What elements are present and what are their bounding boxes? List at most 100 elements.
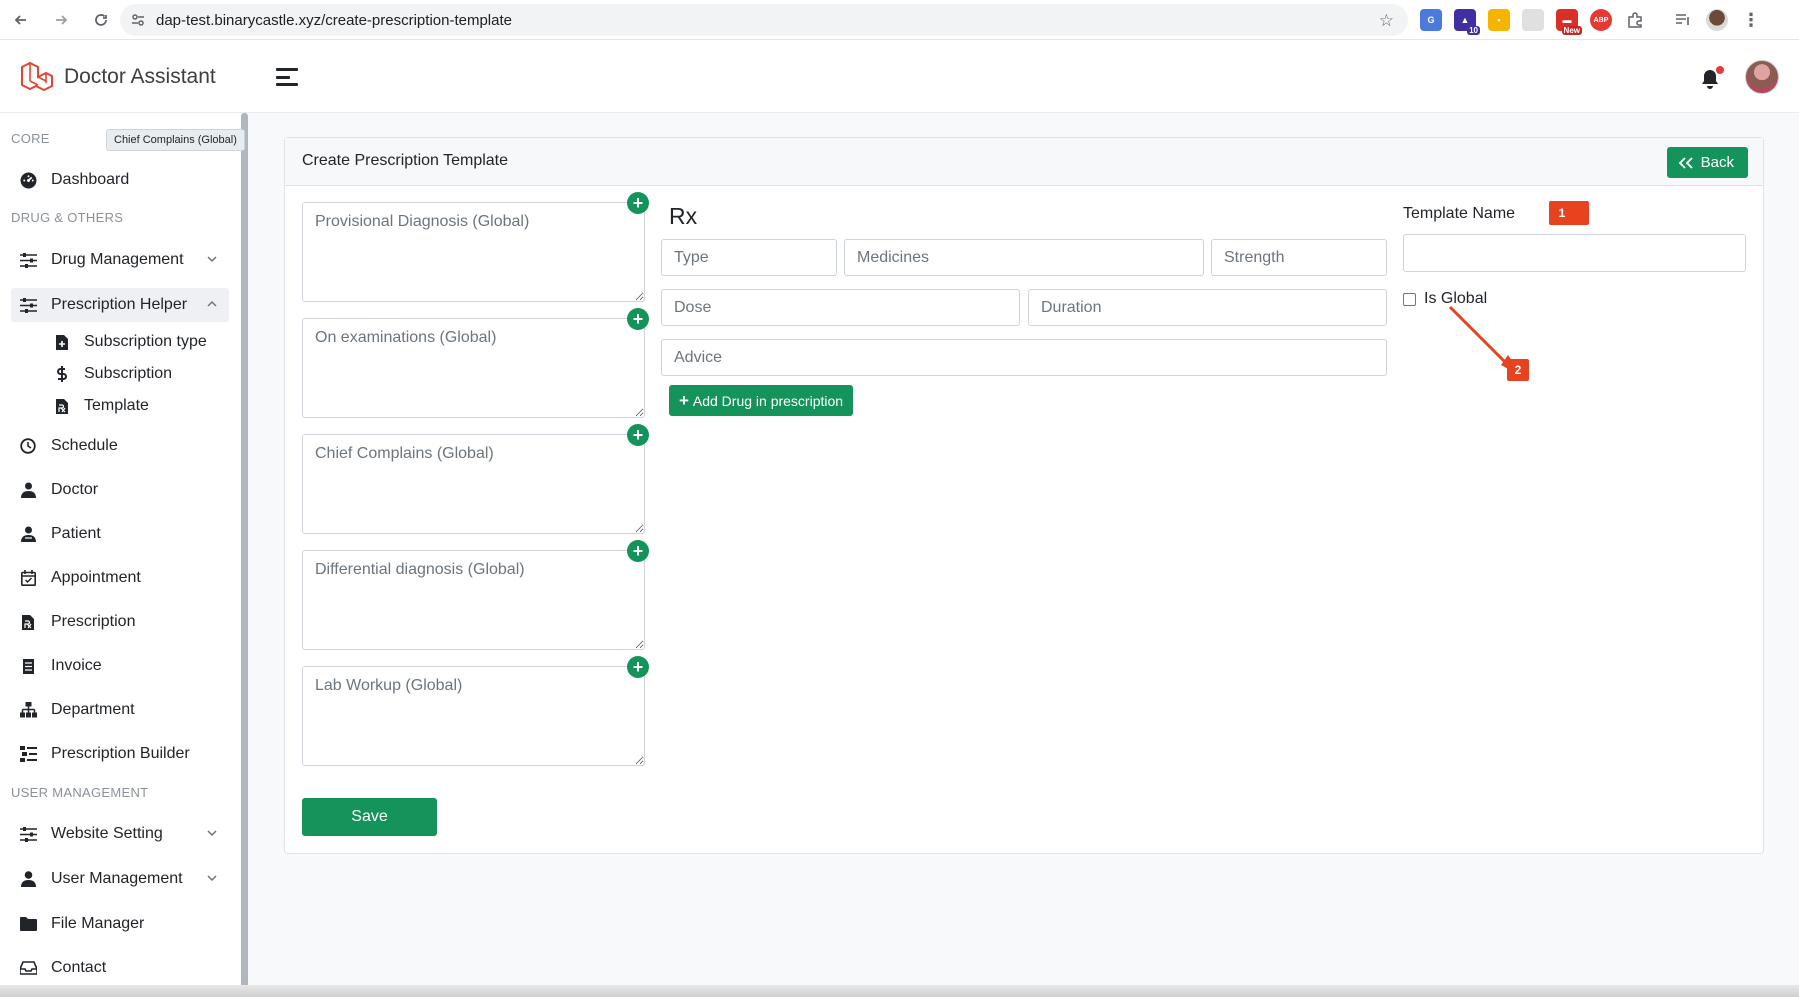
template-name-label: Template Name [1403,205,1516,222]
on-examinations-group [302,318,645,418]
annotation-number: 2 [1514,363,1522,377]
sidebar-heading-user-management: USER MANAGEMENT [11,785,149,800]
extension-badge: 10 [1467,26,1480,35]
list-builder-icon [19,745,37,763]
chevron-down-icon [207,875,217,882]
translate-extension-icon[interactable]: G [1420,9,1442,31]
sliders-icon [19,825,37,843]
sidebar-item-drug-management[interactable]: Drug Management [11,243,229,277]
sidebar-item-appointment[interactable]: Appointment [11,561,229,595]
sidebar-item-prescription-helper[interactable]: Prescription Helper [11,288,229,322]
add-differential-diagnosis-plus-icon[interactable]: + [627,540,649,562]
save-button[interactable]: Save [302,798,437,836]
window-bottom-edge [0,985,1799,997]
sidebar-scrollbar[interactable] [241,113,248,997]
on-examinations-textarea[interactable] [302,318,645,418]
sitemap-icon [19,701,37,719]
address-bar[interactable]: dap-test.binarycastle.xyz/create-prescri… [120,4,1408,36]
lab-workup-group [302,666,645,766]
chief-complains-textarea[interactable] [302,434,645,534]
sidebar-item-prescription-builder[interactable]: Prescription Builder [11,737,229,771]
sidebar-item-patient[interactable]: Patient [11,517,229,551]
browser-toolbar: dap-test.binarycastle.xyz/create-prescri… [0,0,1799,40]
add-drug-button[interactable]: + Add Drug in prescription [669,385,853,416]
extensions-row: G ▲ 10 ▪ ▬ New ABP ⋮ [1420,8,1762,35]
sidebar-subitem-subscription-type[interactable]: Subscription type [54,328,207,356]
back-button[interactable]: Back [1666,147,1748,178]
sidebar-item-invoice[interactable]: Invoice [11,649,229,683]
inbox-icon [19,959,37,977]
add-lab-workup-plus-icon[interactable]: + [627,656,649,678]
sidebar-subitem-label: Subscription [84,365,173,382]
strength-input[interactable] [1211,239,1387,276]
provisional-diagnosis-textarea[interactable] [302,202,645,302]
sidebar-item-label: Website Setting [51,825,163,842]
drug-type-input[interactable] [661,239,837,276]
add-on-examinations-plus-icon[interactable]: + [627,308,649,330]
sidebar-item-schedule[interactable]: Schedule [11,429,229,463]
dashboard-gauge-icon [19,171,37,189]
sidebar-subitem-subscription[interactable]: Subscription [54,360,172,388]
sidebar-subitem-label: Template [84,397,149,414]
user-injured-icon [19,525,37,543]
calendar-check-icon [19,569,37,587]
graduation-extension-icon[interactable]: ▲ 10 [1454,9,1480,35]
template-name-input[interactable] [1403,234,1746,272]
lab-workup-textarea[interactable] [302,666,645,766]
file-prescription-icon [54,397,70,415]
sidebar-item-prescription[interactable]: Prescription [11,605,229,639]
more-menu-icon[interactable]: ⋮ [1740,9,1762,31]
blank-extension-icon[interactable] [1522,9,1544,31]
bookmark-star-icon[interactable]: ☆ [1379,11,1394,31]
user-doctor-icon [19,481,37,499]
file-plus-icon [54,333,70,351]
sidebar-item-dashboard[interactable]: Dashboard [11,163,229,197]
reload-icon[interactable] [88,7,114,33]
add-provisional-diagnosis-plus-icon[interactable]: + [627,192,649,214]
laravel-logo-icon [21,61,53,92]
site-settings-icon[interactable] [130,12,146,28]
notes-extension-icon[interactable]: ▪ [1488,9,1510,31]
adblock-extension-icon[interactable]: ABP [1590,9,1612,31]
differential-diagnosis-textarea[interactable] [302,550,645,650]
sidebar-heading-core: CORE [11,131,50,146]
advice-input[interactable] [661,339,1387,376]
sidebar-toggle-hamburger-icon[interactable] [276,68,298,86]
medicines-input[interactable] [844,239,1204,276]
user-avatar[interactable] [1745,60,1779,94]
new-extension-icon[interactable]: ▬ New [1556,9,1582,35]
sidebar-item-doctor[interactable]: Doctor [11,473,229,507]
sidebar-subitem-template[interactable]: Template [54,392,149,420]
sidebar-heading-drug-others: DRUG & OTHERS [11,210,124,225]
is-global-checkbox[interactable] [1403,292,1416,306]
dose-input[interactable] [661,289,1020,326]
sidebar-item-label: Prescription [51,613,136,630]
add-drug-button-label: Add Drug in prescription [692,392,844,409]
sidebar-item-label: Contact [51,959,107,976]
sidebar-item-label: Doctor [51,481,99,498]
clock-icon [19,437,37,455]
sidebar-item-department[interactable]: Department [11,693,229,727]
sidebar-item-label: Patient [51,525,101,542]
duration-input[interactable] [1028,289,1387,326]
sidebar-item-file-manager[interactable]: File Manager [11,907,229,941]
media-controls-icon[interactable] [1672,9,1694,31]
add-chief-complains-plus-icon[interactable]: + [627,424,649,446]
sidebar-subitem-label: Subscription type [84,333,207,350]
sidebar-item-user-management[interactable]: User Management [11,862,229,896]
puzzle-extensions-icon[interactable] [1624,9,1646,31]
forward-arrow-icon[interactable] [48,7,74,33]
notification-bell-icon[interactable] [1700,66,1724,90]
file-prescription-icon [19,613,37,631]
back-arrow-icon[interactable] [8,7,34,33]
sidebar-item-label: Drug Management [51,251,184,268]
sidebar-item-website-setting[interactable]: Website Setting [11,817,229,851]
chevron-down-icon [207,830,217,837]
annotation-marker-1: 1 [1549,201,1589,225]
sidebar-item-label: Prescription Helper [51,296,188,313]
brand[interactable]: Doctor Assistant [18,59,216,95]
chevron-down-icon [207,256,217,263]
sidebar-item-contact[interactable]: Contact [11,951,229,985]
url-text: dap-test.binarycastle.xyz/create-prescri… [156,11,512,29]
profile-avatar-icon[interactable] [1706,9,1728,31]
